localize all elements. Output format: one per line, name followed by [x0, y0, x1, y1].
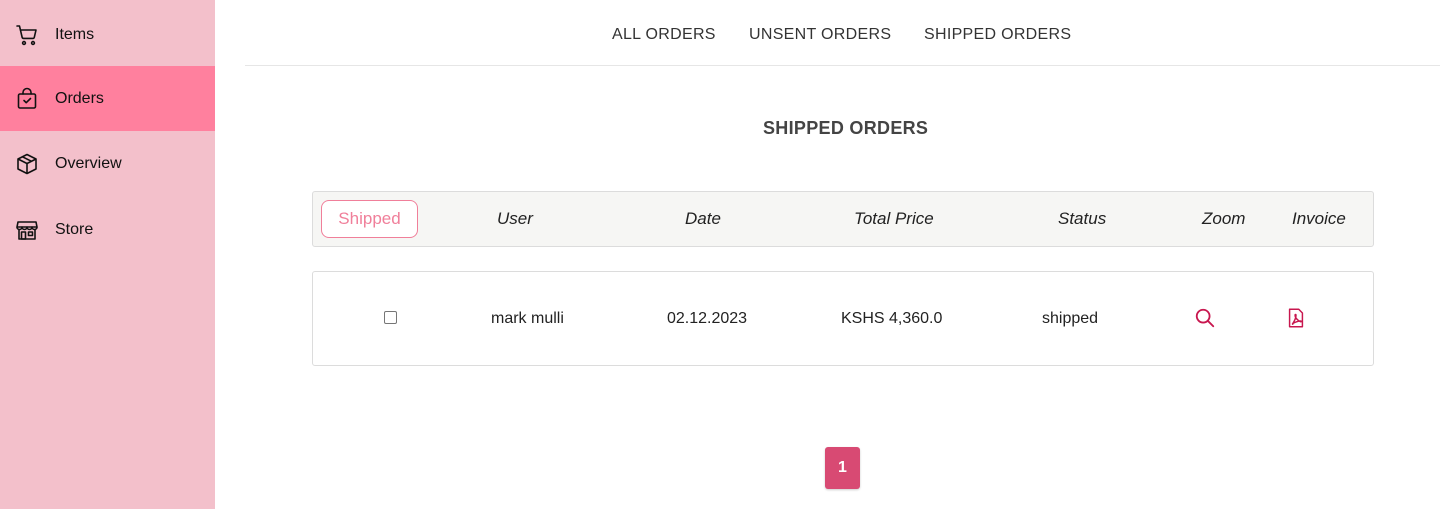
sidebar-item-label: Store — [55, 220, 94, 238]
sidebar-item-store[interactable]: Store — [0, 197, 215, 262]
cart-icon — [15, 23, 39, 47]
cell-total-price: KSHS 4,360.0 — [841, 310, 943, 327]
tab-unsent-orders[interactable]: UNSENT ORDERS — [749, 26, 891, 44]
sidebar: Items Orders Overview Store — [0, 0, 215, 509]
column-header-total-price: Total Price — [854, 209, 934, 228]
cell-date: 02.12.2023 — [667, 310, 748, 327]
column-header-status: Status — [1058, 209, 1107, 228]
sidebar-item-orders[interactable]: Orders — [0, 66, 215, 131]
column-header-user: User — [497, 209, 533, 228]
tab-all-orders[interactable]: ALL ORDERS — [612, 26, 716, 44]
tab-shipped-orders[interactable]: SHIPPED ORDERS — [924, 26, 1071, 44]
column-header-zoom: Zoom — [1202, 209, 1246, 228]
cell-user: mark mulli — [491, 310, 564, 327]
magnifier-icon[interactable] — [1194, 307, 1216, 329]
sidebar-item-overview[interactable]: Overview — [0, 131, 215, 196]
order-tabs-bar: ALL ORDERS UNSENT ORDERS SHIPPED ORDERS — [245, 0, 1440, 66]
cell-status: shipped — [1042, 310, 1099, 327]
pdf-icon[interactable] — [1285, 307, 1307, 329]
shipped-filter-button[interactable]: Shipped — [321, 200, 418, 238]
sidebar-item-label: Items — [55, 25, 95, 43]
column-header-invoice: Invoice — [1292, 209, 1346, 228]
row-select-checkbox[interactable] — [384, 311, 397, 324]
sidebar-item-label: Orders — [55, 89, 104, 107]
table-header: Shipped User Date Total Price Status Zoo… — [312, 191, 1374, 247]
box-icon — [15, 152, 39, 176]
storefront-icon — [15, 218, 39, 242]
pagination-page-button[interactable]: 1 — [825, 447, 860, 489]
sidebar-item-label: Overview — [55, 154, 122, 172]
table-row: mark mulli 02.12.2023 KSHS 4,360.0 shipp… — [312, 271, 1374, 366]
shopping-bag-check-icon — [15, 87, 39, 111]
page-title: SHIPPED ORDERS — [763, 118, 929, 138]
column-header-date: Date — [685, 209, 721, 228]
sidebar-item-items[interactable]: Items — [0, 2, 215, 67]
